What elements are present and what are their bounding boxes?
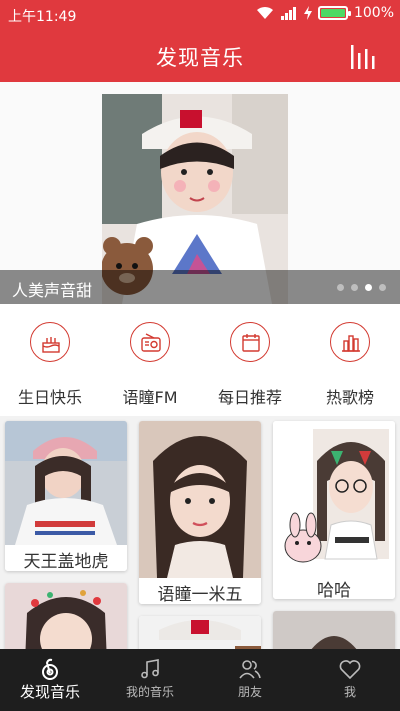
calendar-icon <box>230 322 270 362</box>
card-cover <box>5 421 127 545</box>
shortcut-label: 语瞳FM <box>122 388 178 407</box>
shortcut-fm[interactable]: 语瞳FM <box>100 318 200 412</box>
friends-icon <box>239 660 261 679</box>
banner-caption: 人美声音甜 <box>12 281 93 300</box>
tab-label: 我 <box>343 685 356 699</box>
status-icons: 100% <box>256 5 394 21</box>
heart-icon <box>339 660 361 680</box>
playlist-card[interactable] <box>5 583 127 649</box>
banner-carousel[interactable]: 人美声音甜 <box>0 82 400 304</box>
playlist-card[interactable] <box>273 611 395 649</box>
tab-friends[interactable]: 朋友 <box>200 649 300 711</box>
card-label: 天王盖地虎 <box>5 547 127 571</box>
tab-me[interactable]: 我 <box>300 649 400 711</box>
carousel-dot[interactable] <box>379 284 386 291</box>
battery-icon <box>317 6 351 20</box>
carousel-dot[interactable] <box>337 284 344 291</box>
shortcut-hot-songs[interactable]: 热歌榜 <box>300 318 400 412</box>
playlist-card[interactable] <box>139 616 261 649</box>
shortcut-label: 热歌榜 <box>325 388 374 407</box>
carousel-dot[interactable] <box>351 284 358 291</box>
status-time: 上午11:49 <box>8 9 77 25</box>
status-bar: 上午11:49 100% <box>0 0 400 30</box>
battery-percent: 100% <box>353 5 394 21</box>
playlist-card[interactable]: 语瞳一米五 <box>139 421 261 604</box>
card-cover <box>139 421 261 578</box>
cake-icon <box>30 322 70 362</box>
wifi-icon <box>256 6 273 19</box>
card-label: 语瞳一米五 <box>139 580 261 604</box>
card-cover <box>139 616 261 649</box>
card-label: 哈哈 <box>273 576 395 599</box>
bars-chart-icon[interactable] <box>348 41 378 71</box>
shortcut-label: 生日快乐 <box>17 388 82 407</box>
tab-discover[interactable]: 发现音乐 <box>0 649 100 711</box>
card-cover <box>273 421 395 573</box>
playlist-card[interactable]: 天王盖地虎 <box>5 421 127 571</box>
tab-my-music[interactable]: 我的音乐 <box>100 649 200 711</box>
tab-label: 发现音乐 <box>19 683 80 701</box>
carousel-dot[interactable] <box>365 284 372 291</box>
tab-label: 朋友 <box>237 685 262 699</box>
music-note-icon <box>141 659 159 679</box>
carousel-dots <box>337 284 386 291</box>
shortcut-daily[interactable]: 每日推荐 <box>200 318 300 412</box>
playlist-card[interactable]: 哈哈 <box>273 421 395 599</box>
page-title: 发现音乐 <box>156 46 244 70</box>
charging-icon <box>303 6 312 20</box>
shortcut-row: 生日快乐 语瞳FM 每日推荐 热歌榜 <box>0 304 400 416</box>
banner-caption-bar: 人美声音甜 <box>0 270 400 304</box>
card-cover <box>5 583 127 649</box>
radio-icon <box>130 322 170 362</box>
signal-icon <box>280 7 296 20</box>
card-grid: 天王盖地虎 语瞳一米五 哈哈 <box>0 416 400 649</box>
discover-icon <box>42 658 58 680</box>
chart-bars-icon <box>330 322 370 362</box>
tab-label: 我的音乐 <box>125 685 174 699</box>
app-header: 发现音乐 <box>0 30 400 82</box>
shortcut-birthday[interactable]: 生日快乐 <box>0 318 100 412</box>
shortcut-label: 每日推荐 <box>217 388 282 407</box>
bottom-tab-bar: 发现音乐 我的音乐 朋友 我 <box>0 649 400 711</box>
card-cover <box>273 611 395 649</box>
